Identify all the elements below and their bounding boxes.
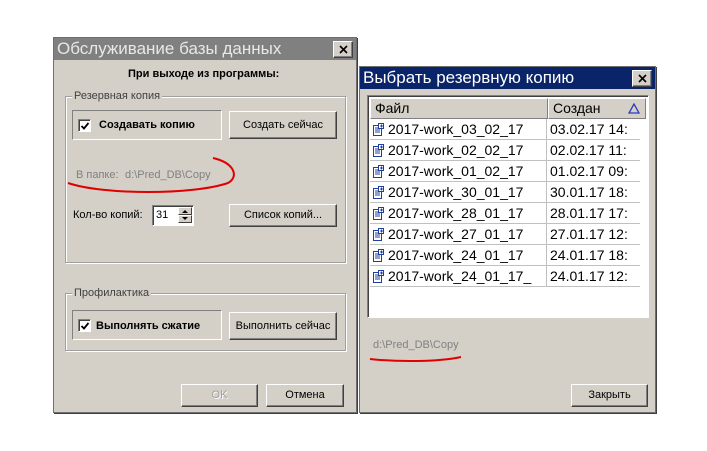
on-exit-label: При выходе из программы: (128, 68, 280, 80)
backup-created-date: 03.02.17 14: (550, 121, 628, 137)
backup-file-name: 2017-work_28_01_17 (388, 205, 524, 221)
backup-file-name: 2017-work_03_02_17 (388, 121, 524, 137)
checkmark-icon (80, 322, 90, 330)
backup-file-name: 2017-work_24_01_17_ (388, 268, 532, 284)
column-header-created[interactable]: Создан (548, 98, 646, 119)
close-icon (339, 45, 348, 54)
picker-folder-path: d:\Pred_DB\Copy (373, 339, 459, 351)
list-item[interactable]: 2017-work_02_02_17 02.02.17 11: (370, 140, 646, 161)
choose-backup-title: Выбрать резервную копию (363, 68, 575, 87)
backup-created-date: 30.01.17 18: (550, 184, 628, 200)
choose-backup-close-button[interactable] (632, 70, 652, 87)
close-button[interactable]: Закрыть (571, 384, 648, 407)
stepper-down-button[interactable] (178, 215, 192, 223)
copies-list-button[interactable]: Список копий... (229, 204, 337, 227)
compress-label[interactable]: Выполнять сжатие (96, 320, 200, 332)
column-separator (546, 119, 547, 140)
column-separator (546, 266, 547, 287)
backup-file-name: 2017-work_24_01_17 (388, 247, 524, 263)
column-separator (546, 140, 547, 161)
backup-file-name: 2017-work_01_02_17 (388, 163, 524, 179)
sort-ascending-icon (628, 103, 640, 114)
database-file-icon (373, 207, 384, 220)
backup-file-name: 2017-work_02_02_17 (388, 142, 524, 158)
maintenance-group-title: Профилактика (72, 287, 152, 300)
backup-list[interactable]: Файл Создан 2017-work_03_02_17 03.02.17 1… (367, 95, 649, 318)
database-file-icon (373, 186, 384, 199)
list-item[interactable]: 2017-work_28_01_17 28.01.17 17: (370, 203, 646, 224)
database-file-icon (373, 165, 384, 178)
backup-group-title: Резервная копия (72, 90, 163, 103)
backup-created-date: 24.01.17 12: (550, 268, 628, 284)
maintenance-title: Обслуживание базы данных (57, 39, 282, 58)
row-gridline (370, 286, 640, 287)
compress-checkbox[interactable] (78, 319, 91, 332)
column-separator (546, 161, 547, 182)
column-separator (546, 245, 547, 266)
column-header-created-label: Создан (553, 100, 601, 116)
backup-created-date: 28.01.17 17: (550, 205, 628, 221)
column-separator (546, 182, 547, 203)
run-now-button[interactable]: Выполнить сейчас (229, 312, 337, 340)
backup-created-date: 02.02.17 11: (550, 142, 627, 158)
list-item[interactable]: 2017-work_27_01_17 27.01.17 12: (370, 224, 646, 245)
backup-created-date: 27.01.17 12: (550, 226, 628, 242)
backup-created-date: 24.01.17 18: (550, 247, 628, 263)
maintenance-dialog: Обслуживание базы данных При выходе из п… (53, 37, 357, 413)
backup-created-date: 01.02.17 09: (550, 163, 628, 179)
create-backup-label[interactable]: Создавать копию (99, 119, 195, 131)
list-item[interactable]: 2017-work_24_01_17 24.01.17 18: (370, 245, 646, 266)
column-header-file[interactable]: Файл (370, 98, 548, 119)
database-file-icon (373, 144, 384, 157)
cancel-button[interactable]: Отмена (266, 384, 344, 407)
maintenance-close-button[interactable] (333, 41, 353, 58)
maintenance-titlebar[interactable]: Обслуживание базы данных (54, 38, 356, 60)
column-separator (546, 203, 547, 224)
choose-backup-titlebar[interactable]: Выбрать резервную копию (360, 67, 655, 89)
list-item[interactable]: 2017-work_30_01_17 30.01.17 18: (370, 182, 646, 203)
list-item[interactable]: 2017-work_01_02_17 01.02.17 09: (370, 161, 646, 182)
list-header: Файл Создан (370, 98, 646, 119)
red-annotation-underline (369, 356, 462, 363)
create-backup-checkbox[interactable] (78, 119, 91, 132)
ok-button[interactable]: OK (181, 384, 258, 407)
database-file-icon (373, 270, 384, 283)
stepper-up-button[interactable] (178, 207, 192, 215)
copies-count-stepper[interactable]: 31 (152, 205, 194, 226)
arrow-up-icon (182, 210, 188, 213)
checkmark-icon (80, 122, 90, 130)
close-icon (638, 74, 647, 83)
list-item[interactable]: 2017-work_03_02_17 03.02.17 14: (370, 119, 646, 140)
copies-count-value[interactable]: 31 (156, 209, 168, 221)
database-file-icon (373, 123, 384, 136)
choose-backup-dialog: Выбрать резервную копию Файл Создан 2017… (359, 66, 656, 413)
database-file-icon (373, 228, 384, 241)
copies-count-label: Кол-во копий: (73, 209, 143, 221)
backup-file-name: 2017-work_27_01_17 (388, 226, 524, 242)
backup-file-name: 2017-work_30_01_17 (388, 184, 524, 200)
column-separator (546, 224, 547, 245)
create-now-button[interactable]: Создать сейчас (229, 111, 337, 139)
arrow-down-icon (182, 217, 188, 220)
list-item[interactable]: 2017-work_24_01_17_ 24.01.17 12: (370, 266, 646, 287)
database-file-icon (373, 249, 384, 262)
red-annotation-loop (67, 157, 235, 193)
